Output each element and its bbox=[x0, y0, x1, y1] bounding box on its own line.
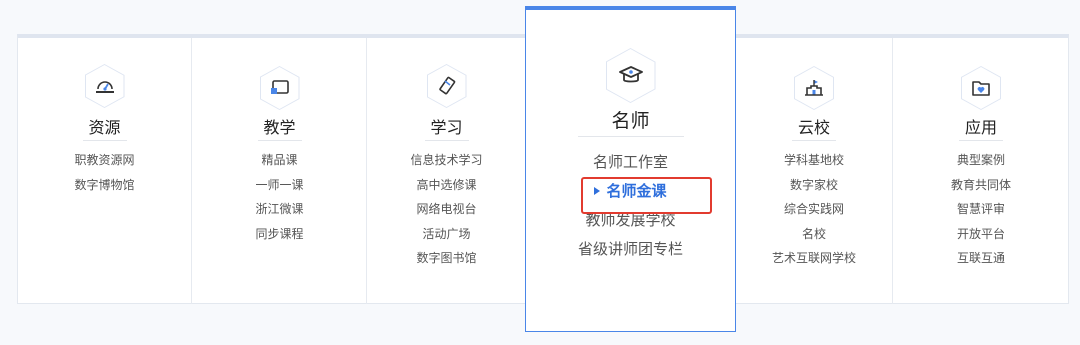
caret-right-icon bbox=[594, 187, 601, 195]
column-teaching: 教学 精品课 一师一课 浙江微课 同步课程 bbox=[191, 38, 367, 304]
link-item[interactable]: 学科基地校 bbox=[735, 148, 893, 173]
screen-cast-icon bbox=[270, 80, 289, 94]
link-item[interactable]: 典型案例 bbox=[893, 148, 1069, 173]
link-item[interactable]: 教师发展学校 bbox=[526, 206, 735, 235]
link-item[interactable]: 数字图书馆 bbox=[367, 246, 526, 271]
link-item[interactable]: 智慧评审 bbox=[893, 197, 1069, 222]
link-item[interactable]: 网络电视台 bbox=[367, 197, 526, 222]
link-item[interactable]: 浙江微课 bbox=[192, 197, 367, 222]
title-underline bbox=[792, 140, 836, 141]
link-item[interactable]: 互联互通 bbox=[893, 246, 1069, 271]
column-famous-teachers: 名师 名师工作室 名师金课 教师发展学校 省级讲师团专栏 bbox=[525, 6, 736, 332]
link-item[interactable]: 名校 bbox=[735, 222, 893, 247]
link-item[interactable]: 教育共同体 bbox=[893, 173, 1069, 198]
dashboard-icon bbox=[95, 81, 114, 93]
column-title[interactable]: 学习 bbox=[367, 114, 526, 138]
title-underline bbox=[424, 140, 469, 141]
title-underline bbox=[82, 140, 127, 141]
icon-hex bbox=[794, 66, 834, 110]
link-item[interactable]: 省级讲师团专栏 bbox=[526, 235, 735, 264]
title-underline bbox=[959, 140, 1003, 141]
link-item[interactable]: 艺术互联网学校 bbox=[735, 246, 893, 271]
graduation-cap-icon bbox=[618, 65, 643, 82]
icon-hex bbox=[259, 66, 300, 110]
campus-building-icon bbox=[805, 80, 823, 96]
link-item[interactable]: 名师工作室 bbox=[526, 148, 735, 177]
column-cloud-school: 云校 学科基地校 数字家校 综合实践网 名校 艺术互联网学校 bbox=[735, 38, 893, 304]
column-title[interactable]: 资源 bbox=[17, 114, 192, 138]
link-item[interactable]: 活动广场 bbox=[367, 222, 526, 247]
column-applications: 应用 典型案例 教育共同体 智慧评审 开放平台 互联互通 bbox=[892, 38, 1069, 304]
column-learning: 学习 信息技术学习 高中选修课 网络电视台 活动广场 数字图书馆 bbox=[366, 38, 526, 304]
link-item[interactable]: 数字博物馆 bbox=[17, 173, 192, 198]
link-item[interactable]: 数字家校 bbox=[735, 173, 893, 198]
column-title[interactable]: 名师 bbox=[526, 106, 735, 133]
column-title[interactable]: 教学 bbox=[192, 114, 367, 138]
link-item[interactable]: 职教资源网 bbox=[17, 148, 192, 173]
link-item[interactable]: 同步课程 bbox=[192, 222, 367, 247]
icon-hex bbox=[84, 64, 125, 108]
column-title[interactable]: 云校 bbox=[735, 114, 893, 138]
title-underline bbox=[257, 140, 302, 141]
column-title[interactable]: 应用 bbox=[893, 114, 1069, 138]
icon-hex bbox=[605, 48, 656, 103]
link-item[interactable]: 一师一课 bbox=[192, 173, 367, 198]
link-item[interactable]: 开放平台 bbox=[893, 222, 1069, 247]
folder-heart-icon bbox=[972, 81, 990, 96]
link-item[interactable]: 综合实践网 bbox=[735, 197, 893, 222]
link-item-selected[interactable]: 名师金课 bbox=[526, 177, 735, 206]
link-item[interactable]: 精品课 bbox=[192, 148, 367, 173]
icon-hex bbox=[961, 66, 1001, 110]
column-resources: 资源 职教资源网 数字博物馆 bbox=[17, 38, 192, 304]
title-underline bbox=[577, 136, 684, 137]
icon-hex bbox=[426, 64, 467, 108]
pencil-icon bbox=[438, 76, 455, 95]
link-item[interactable]: 高中选修课 bbox=[367, 173, 526, 198]
link-item[interactable]: 信息技术学习 bbox=[367, 148, 526, 173]
